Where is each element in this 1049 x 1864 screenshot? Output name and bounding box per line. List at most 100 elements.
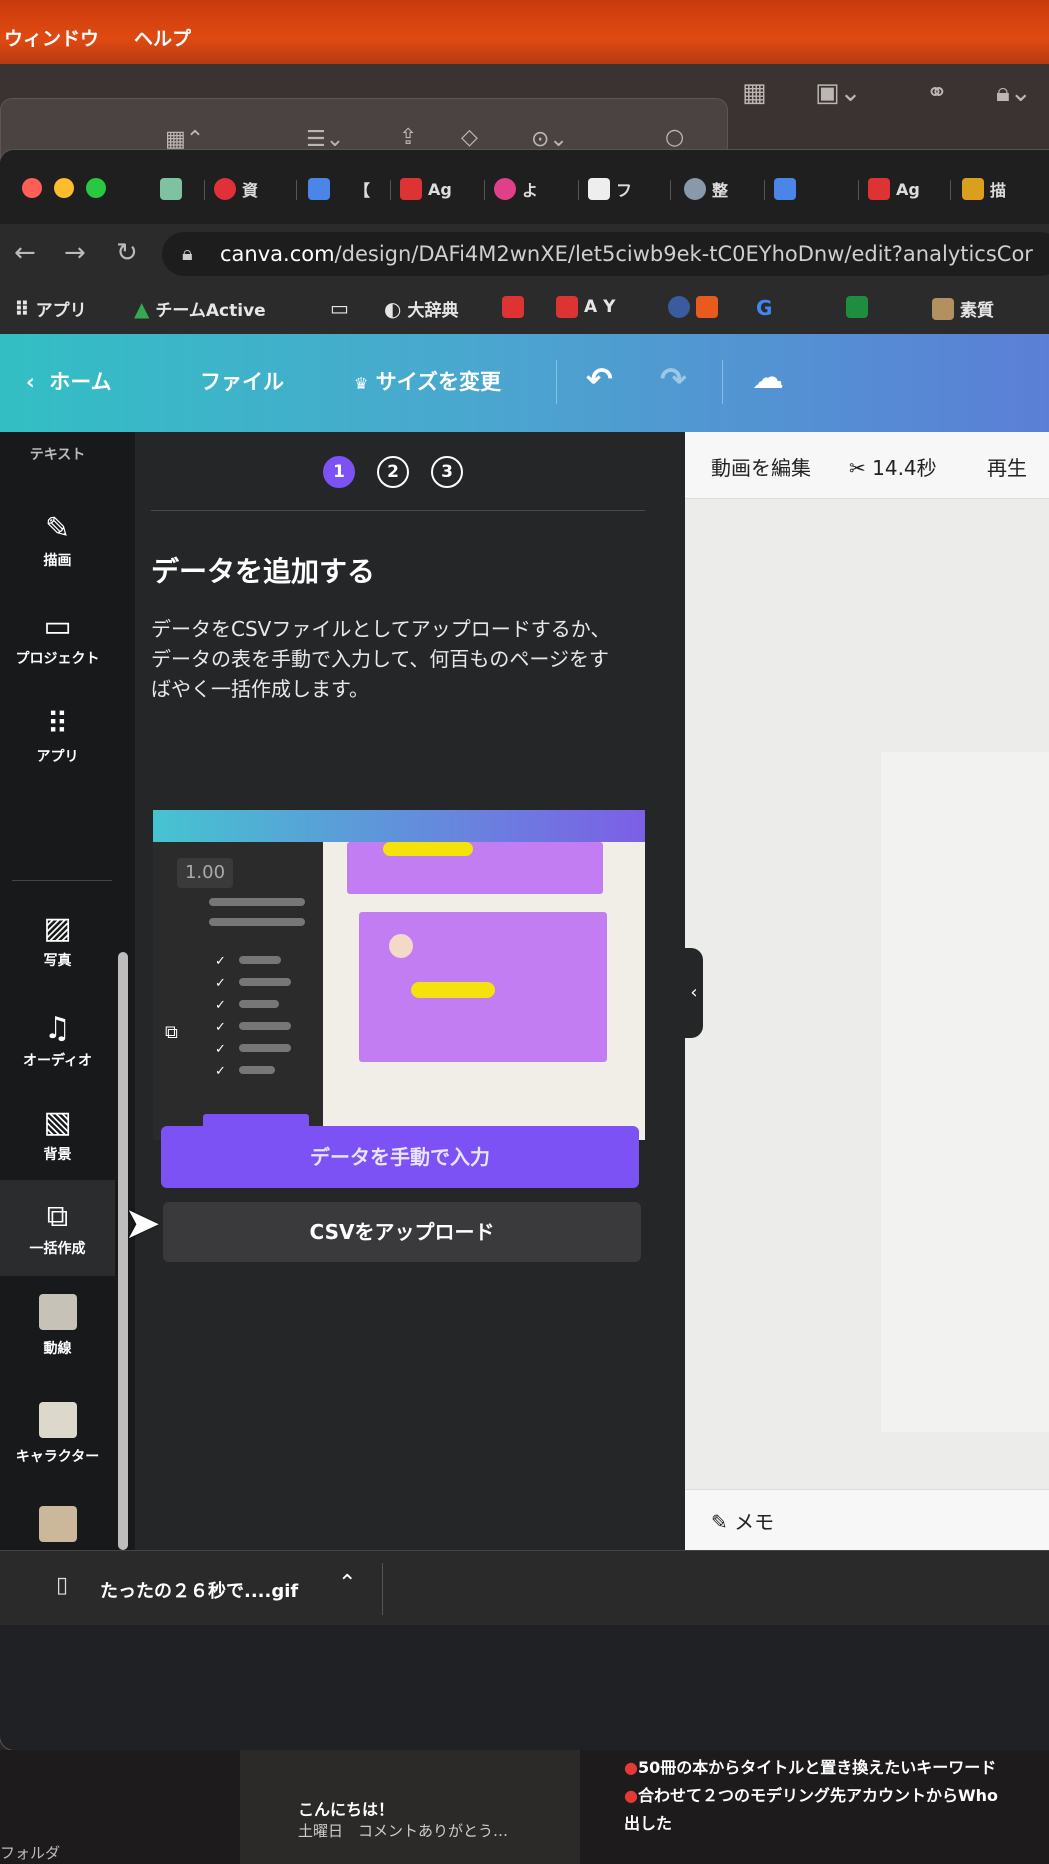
bookmark-folder[interactable]: ▭ xyxy=(330,296,349,320)
grid-view-icon: ▦⌃ xyxy=(165,127,205,152)
video-toolbar: 動画を編集 ✂ 14.4秒 再生 xyxy=(685,432,1049,499)
rail-item-character[interactable]: キャラクター xyxy=(0,1402,115,1466)
minimize-window-button[interactable] xyxy=(54,178,74,198)
tab-8[interactable]: 整 xyxy=(684,176,728,202)
apps-grid-icon: ⠿ xyxy=(14,296,30,321)
tab-6[interactable]: よ xyxy=(494,176,538,202)
tab-4[interactable]: 【 xyxy=(354,176,370,202)
check-icon: ✓ xyxy=(215,1064,226,1079)
back-arrow-icon[interactable]: ← xyxy=(14,238,36,268)
rail-item-text[interactable]: テキスト xyxy=(0,440,115,464)
chat-preview: こんにちは！ 土曜日 コメントありがとう… xyxy=(240,1750,580,1864)
background-icon: ▧ xyxy=(43,1105,72,1140)
collapse-panel-handle[interactable]: ‹ xyxy=(685,948,703,1038)
tab-11[interactable]: 描 xyxy=(962,176,1006,202)
chevron-up-icon[interactable]: ⌃ xyxy=(338,1571,356,1596)
memo-icon: ✎ xyxy=(711,1510,728,1534)
check-icon: ✓ xyxy=(215,954,226,969)
photo-icon: ▨ xyxy=(43,911,72,946)
apps-icon: ⠿ xyxy=(46,707,69,742)
step-3: 3 xyxy=(431,456,463,488)
illustration-header xyxy=(153,810,645,842)
rail-item-audio[interactable]: ♫ オーディオ xyxy=(0,1012,115,1070)
bookmark-team-active[interactable]: ▲ チームActive xyxy=(134,296,266,322)
canva-header: ‹ ホーム ファイル ♛ サイズを変更 ↶ ↷ ☁︎ xyxy=(0,334,1049,432)
bookmark-google[interactable]: G xyxy=(756,296,772,320)
menu-help[interactable]: ヘルプ xyxy=(134,24,191,51)
tab-1[interactable] xyxy=(160,176,188,202)
sheets-icon xyxy=(846,296,868,318)
bookmark-plus[interactable] xyxy=(846,296,868,318)
media-icon: ▣⌄ xyxy=(815,78,862,108)
music-icon: ♫ xyxy=(44,1011,71,1046)
rail-divider xyxy=(12,880,112,881)
red-dot-icon: ● xyxy=(624,1758,638,1777)
bookmark-dictionary[interactable]: ◐ 大辞典 xyxy=(384,296,458,322)
home-button[interactable]: ‹ ホーム xyxy=(26,366,112,396)
memo-button[interactable]: ✎ メモ xyxy=(711,1506,774,1535)
left-rail: テキスト ✎ 描画 ▭ プロジェクト ⠿ アプリ ▨ 写真 ♫ オーディオ ▧ 背景 ⧉ 一括… xyxy=(0,432,135,1569)
tab-9[interactable] xyxy=(774,176,802,202)
bookmark-favicon-icon xyxy=(502,296,524,318)
rail-item-photos[interactable]: ▨ 写真 xyxy=(0,912,115,970)
edit-video-button[interactable]: 動画を編集 xyxy=(711,452,811,481)
lock-icon: 🔒︎⌄ xyxy=(996,78,1032,108)
file-menu-button[interactable]: ファイル xyxy=(200,366,284,396)
undo-icon[interactable]: ↶ xyxy=(586,360,613,398)
list-view-icon: ☰⌄ xyxy=(306,127,345,152)
download-filename[interactable]: たったの２６秒で....gif xyxy=(100,1577,298,1603)
tab-3[interactable] xyxy=(308,176,336,202)
tab-separator xyxy=(858,180,859,200)
draw-icon: ✎ xyxy=(44,511,71,546)
address-bar[interactable]: 🔒︎ canva.com/design/DAFi4M2wnXE/let5ciwb… xyxy=(162,232,1049,276)
zoom-badge: 1.00 xyxy=(177,858,233,888)
tab-strip: 資 【 Ag よ フ 整 Ag 描 xyxy=(0,150,1049,224)
bookmark-quality[interactable]: 素質 xyxy=(932,296,994,321)
address-row: ← → ↻ 🔒︎ canva.com/design/DAFi4M2wnXE/le… xyxy=(0,224,1049,284)
google-icon: G xyxy=(756,296,773,320)
cloud-saved-icon[interactable]: ☁︎ xyxy=(752,358,784,396)
rail-item-draw[interactable]: ✎ 描画 xyxy=(0,512,115,570)
play-button[interactable]: 再生 xyxy=(987,452,1027,481)
tab-5[interactable]: Ag xyxy=(400,176,452,202)
menu-window[interactable]: ウィンドウ xyxy=(4,24,99,51)
drive-icon: ▲ xyxy=(134,296,150,321)
tab-favicon-icon xyxy=(684,178,706,200)
tab-7[interactable]: フ xyxy=(588,176,632,202)
rail-item-apps[interactable]: ⠿ アプリ xyxy=(0,708,115,766)
resize-button[interactable]: ♛ サイズを変更 xyxy=(354,366,501,396)
close-window-button[interactable] xyxy=(22,178,42,198)
bookmark-a2[interactable]: AY xyxy=(556,296,615,318)
folder-icon: ▭ xyxy=(330,296,349,320)
rail-scrollbar[interactable] xyxy=(118,952,128,1550)
enter-data-manually-button[interactable]: データを手動で入力 xyxy=(161,1126,639,1188)
bulk-create-icon: ⧉ xyxy=(46,1199,69,1234)
file-icon: ▯ xyxy=(56,1573,69,1598)
reload-icon[interactable]: ↻ xyxy=(116,238,138,268)
tab-2[interactable]: 資 xyxy=(214,176,258,202)
zoom-window-button[interactable] xyxy=(86,178,106,198)
bookmark-a1[interactable] xyxy=(502,296,524,318)
bookmark-gift[interactable] xyxy=(668,296,718,318)
tab-favicon-icon xyxy=(962,178,984,200)
tab-favicon-icon xyxy=(160,178,182,200)
gift-icon xyxy=(696,296,718,318)
globe-icon: ◐ xyxy=(384,296,402,321)
bookmark-apps[interactable]: ⠿ アプリ xyxy=(14,296,87,322)
illustration-pill xyxy=(411,982,495,998)
forward-arrow-icon[interactable]: → xyxy=(64,238,86,268)
duration-button[interactable]: ✂ 14.4秒 xyxy=(849,452,937,481)
design-page[interactable] xyxy=(881,752,1049,1432)
tab-separator xyxy=(484,180,485,200)
bookmark-favicon-icon xyxy=(932,297,954,320)
upload-csv-button[interactable]: CSVをアップロード xyxy=(163,1202,641,1262)
illustration-pill xyxy=(383,842,473,856)
rail-item-background[interactable]: ▧ 背景 xyxy=(0,1106,115,1164)
rail-item-flow[interactable]: 動線 xyxy=(0,1294,115,1358)
rail-item-bulk-create[interactable]: ⧉ 一括作成 xyxy=(0,1180,115,1276)
rail-item-projects[interactable]: ▭ プロジェクト xyxy=(0,610,115,668)
redo-icon[interactable]: ↷ xyxy=(660,360,687,398)
collaborate-icon: ⚭ xyxy=(926,78,948,108)
tab-10[interactable]: Ag xyxy=(868,176,920,202)
panel-title: データを追加する xyxy=(151,555,376,588)
